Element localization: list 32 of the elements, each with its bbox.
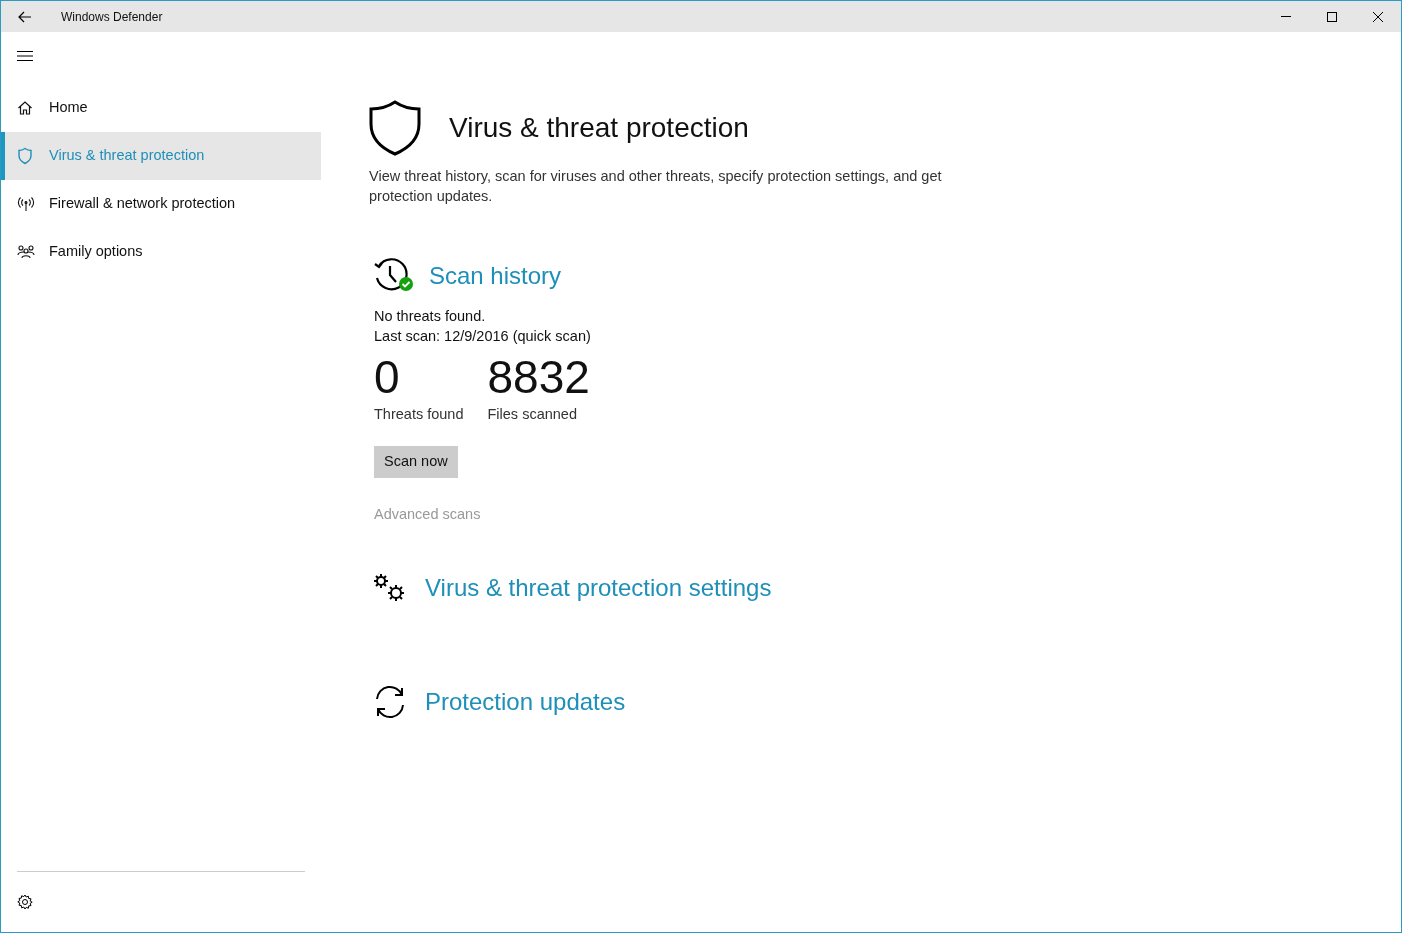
gears-icon	[373, 572, 407, 603]
page-description: View threat history, scan for viruses and other threats, specify protection settings, and get protection updates.	[369, 167, 943, 206]
stat-value: 8832	[487, 350, 590, 404]
shield-icon	[17, 147, 33, 165]
close-icon	[1373, 11, 1383, 22]
antenna-icon	[17, 196, 35, 212]
stat-label: Threats found	[374, 405, 464, 424]
window-title: Windows Defender	[61, 8, 163, 26]
sync-icon	[373, 684, 407, 719]
home-icon	[17, 100, 33, 116]
section-link[interactable]: Scan history	[429, 258, 562, 294]
section-link[interactable]: Protection updates	[425, 683, 626, 720]
maximize-icon	[1327, 11, 1337, 22]
advanced-scans-link[interactable]: Advanced scans	[374, 503, 1401, 526]
clock-check-icon	[373, 258, 415, 294]
people-icon	[17, 245, 35, 259]
stat-value: 0	[374, 350, 401, 404]
nav-item[interactable]: Virus & threat protection	[1, 132, 321, 180]
nav-item[interactable]: Home	[1, 84, 321, 132]
section-link[interactable]: Virus & threat protection settings	[425, 569, 772, 606]
settings-icon	[17, 894, 33, 910]
scan-status: No threats found.	[374, 307, 487, 326]
scan-now-button[interactable]: Scan now	[374, 445, 458, 478]
last-scan-text: Last scan: 12/9/2016 (quick scan)	[374, 327, 592, 346]
nav-item[interactable]: Firewall & network protection	[1, 180, 321, 228]
nav-item[interactable]: Family options	[1, 228, 321, 276]
minimize-icon	[1281, 16, 1291, 17]
back-arrow-icon	[18, 10, 32, 23]
page-title: Virus & threat protection	[449, 111, 749, 145]
menu-icon	[17, 51, 33, 61]
stat-label: Files scanned	[487, 405, 578, 424]
shield-icon	[369, 100, 421, 156]
